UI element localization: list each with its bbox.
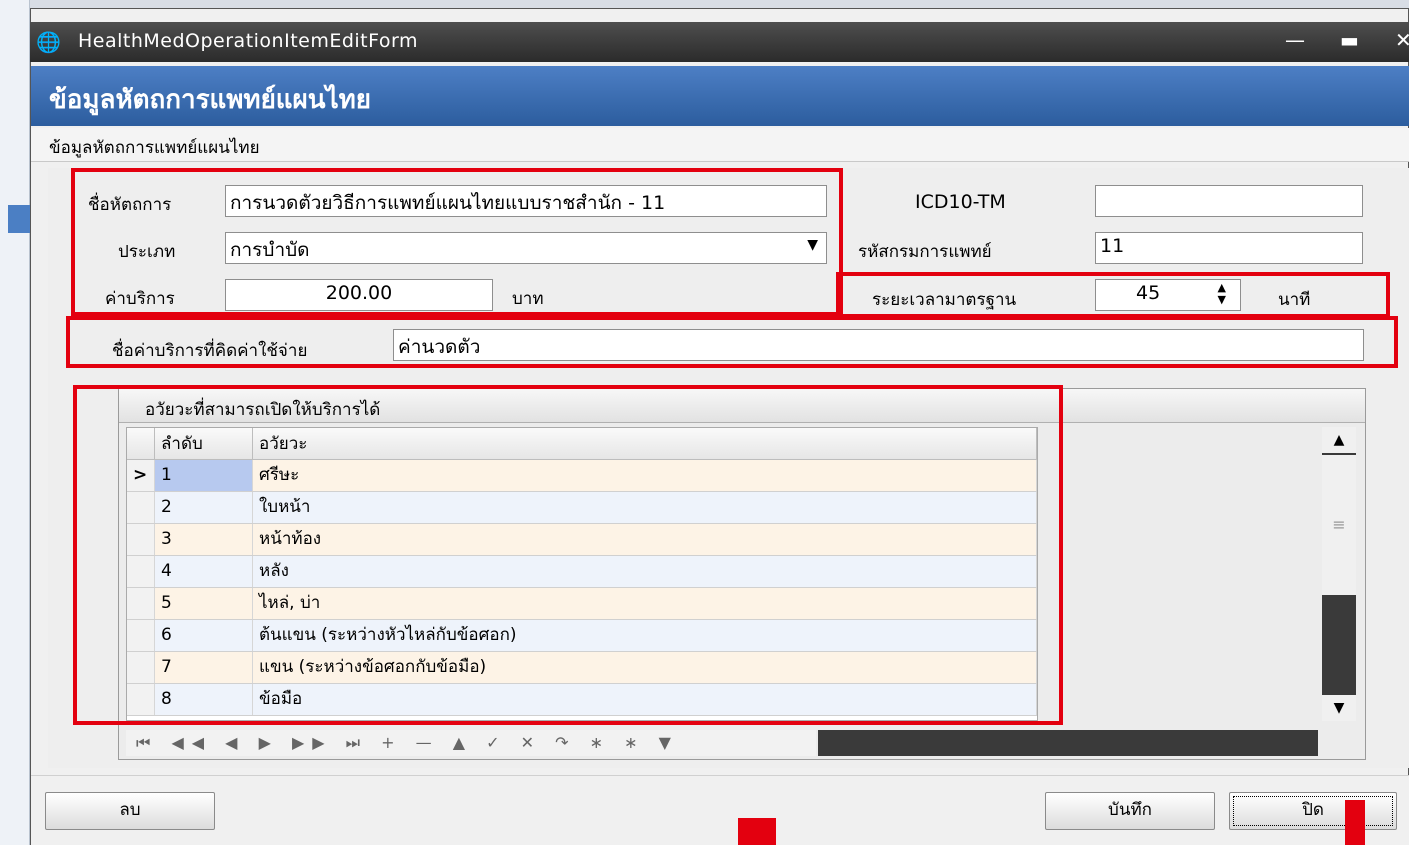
app-icon: 🌐 (36, 30, 61, 54)
scroll-thumb[interactable]: ≡ (1322, 455, 1356, 595)
close-icon[interactable]: ✕ (1395, 28, 1409, 52)
form-header-title: ข้อมูลหัตถการแพทย์แผนไทย (49, 85, 372, 115)
annotation-box-billing (66, 316, 1398, 368)
annotation-box-procedure (71, 168, 843, 316)
form-header: ข้อมูลหัตถการแพทย์แผนไทย (31, 66, 1409, 126)
minimize-icon[interactable]: — (1285, 28, 1305, 52)
background-app-strip (0, 0, 30, 845)
grid-horizontal-scrollbar[interactable] (818, 730, 1318, 756)
grid-vertical-scrollbar[interactable]: ▲ ≡ ▼ (1322, 427, 1356, 721)
grid-navigator[interactable]: ⏮ ◀◀ ◀ ▶ ▶▶ ⏭ + — ▲ ✓ ✕ ↷ ∗ ∗ ▼ (126, 730, 816, 756)
annotation-box-duration (836, 272, 1390, 318)
delete-button[interactable]: ลบ (45, 792, 215, 830)
window-title: HealthMedOperationItemEditForm (78, 30, 418, 52)
dept-code-input[interactable]: 11 (1095, 232, 1363, 264)
icd10-label: ICD10-TM (915, 191, 1006, 213)
title-bar: 🌐 HealthMedOperationItemEditForm — ▬ ✕ (30, 22, 1409, 62)
scroll-down-icon[interactable]: ▼ (1322, 695, 1356, 721)
maximize-icon[interactable]: ▬ (1340, 28, 1359, 52)
annotation-marker-close (1345, 800, 1365, 845)
close-button[interactable]: ปิด (1229, 792, 1397, 830)
section-bar: ข้อมูลหัตถการแพทย์แผนไทย (31, 128, 1409, 162)
background-selection (8, 205, 30, 233)
annotation-marker-bottom (738, 818, 776, 845)
dept-code-label: รหัสกรมการแพทย์ (858, 242, 992, 262)
icd10-input[interactable] (1095, 185, 1363, 217)
annotation-box-organs (73, 385, 1063, 725)
save-button[interactable]: บันทึก (1045, 792, 1215, 830)
section-title: ข้อมูลหัตถการแพทย์แผนไทย (49, 138, 260, 158)
scroll-up-icon[interactable]: ▲ (1322, 427, 1356, 453)
